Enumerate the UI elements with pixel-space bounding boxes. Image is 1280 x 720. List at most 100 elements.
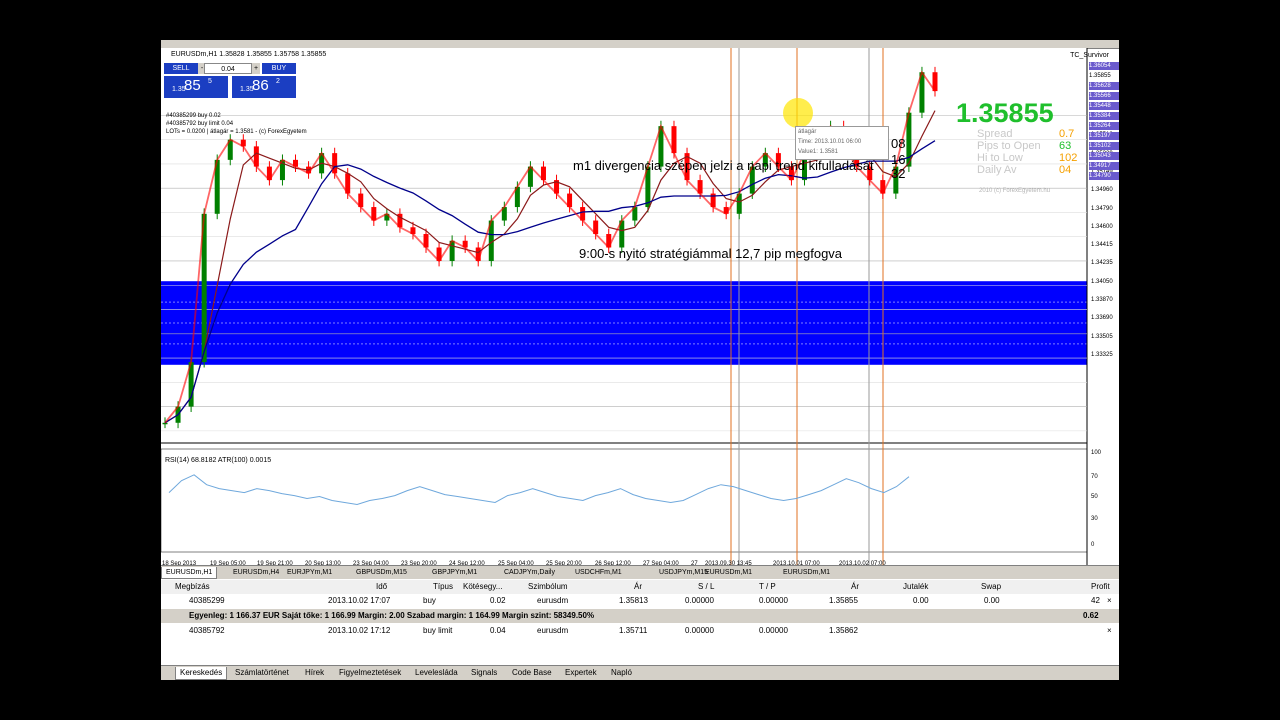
column-header: Megbízás xyxy=(175,582,210,591)
rsi-panel xyxy=(161,448,1088,553)
column-header: T / P xyxy=(759,582,776,591)
buy-price-sup: 2 xyxy=(276,78,280,85)
chart-tooltip: átlagár Time: 2013.10.01 06:00 Value1: 1… xyxy=(795,126,889,160)
table-cell: 42 xyxy=(1091,596,1100,605)
side-number: 08 xyxy=(891,136,906,151)
table-cell: 0.00000 xyxy=(759,626,788,635)
stat-value: 04 xyxy=(1059,164,1072,176)
table-cell: buy xyxy=(423,596,436,605)
terminal-tab[interactable]: Levelesláda xyxy=(411,667,462,679)
annotation-strategy: 9:00-s nyitó stratégiámmal 12,7 pip megf… xyxy=(579,246,843,261)
terminal-tab[interactable]: Figyelmeztetések xyxy=(335,667,405,679)
terminal-tab[interactable]: Signals xyxy=(467,667,501,679)
price-tick-label: 1.34235 xyxy=(1091,260,1113,267)
balance-text: Egyenleg: 1 166.37 EUR Saját tőke: 1 166… xyxy=(189,611,595,620)
chart-area[interactable]: EURUSDm,H1 1.35828 1.35855 1.35758 1.358… xyxy=(161,48,1119,605)
price-tick-label: 1.34790 xyxy=(1091,205,1113,212)
terminal-tab[interactable]: Code Base xyxy=(508,667,556,679)
chart-tab[interactable]: CADJPYm,Daily xyxy=(500,567,559,578)
price-tick-label: 1.33690 xyxy=(1091,315,1113,322)
sell-label[interactable]: SELL xyxy=(164,63,198,74)
balance-profit: 0.62 xyxy=(1083,611,1099,620)
lot-input[interactable]: 0.04 xyxy=(204,63,252,74)
chart-tab[interactable]: EURJPYm,M1 xyxy=(283,567,336,578)
mt4-window: EURUSDm,H1 1.35828 1.35855 1.35758 1.358… xyxy=(161,40,1119,680)
rsi-tick-label: 0 xyxy=(1091,542,1095,548)
table-cell: 1.35813 xyxy=(619,596,648,605)
table-cell: 0.00 xyxy=(913,596,929,605)
chart-tab[interactable]: EURUSDm,H4 xyxy=(229,567,283,578)
rsi-tick-label: 30 xyxy=(1091,516,1098,522)
column-header: S / L xyxy=(698,582,715,591)
price-tick-label: 1.34415 xyxy=(1091,242,1113,249)
indicator-name: TC_Survivor xyxy=(1070,52,1109,59)
terminal-tab[interactable]: Számlatörténet xyxy=(231,667,293,679)
price-marker-label: 1.34790 xyxy=(1089,172,1119,180)
price-marker-label: 1.35102 xyxy=(1089,142,1119,150)
buy-button[interactable]: 1.35 86 2 xyxy=(232,76,296,98)
price-marker-label: 1.36054 xyxy=(1089,62,1119,70)
tooltip-title: átlagár xyxy=(798,129,817,135)
price-marker-label: 1.35264 xyxy=(1089,122,1119,130)
tooltip-value: Value1: 1.3581 xyxy=(798,149,838,155)
table-cell: 0.00 xyxy=(984,596,1000,605)
table-cell: eurusdm xyxy=(537,626,569,635)
stat-label: Hi to Low xyxy=(977,152,1023,164)
price-tick-label: 1.33870 xyxy=(1091,297,1113,303)
sell-price-big: 85 xyxy=(184,77,201,94)
terminal-tab[interactable]: Kereskedés xyxy=(175,667,228,680)
table-row[interactable]: 40385299 2013.10.02 17:07 buy 0.02 eurusdm 1.… xyxy=(161,594,1119,608)
terminal-tab[interactable]: Expertek xyxy=(561,667,601,679)
table-cell: buy limit xyxy=(423,626,453,635)
table-cell: 0.02 xyxy=(490,596,506,605)
table-cell: 0.04 xyxy=(490,626,506,635)
table-cell: 1.35711 xyxy=(619,626,648,635)
sell-button[interactable]: 1.35 85 5 xyxy=(164,76,228,98)
stat-label: Pips to Open xyxy=(977,140,1041,152)
price-marker-label: 1.35197 xyxy=(1089,132,1119,140)
table-cell: eurusdm xyxy=(537,596,569,605)
terminal-tab[interactable]: Napló xyxy=(607,667,636,679)
annotation-divergence: m1 divergencia szépen jelzi a napi trend… xyxy=(573,158,874,173)
lot-plus-button[interactable]: + xyxy=(252,63,260,74)
close-icon[interactable]: × xyxy=(1107,594,1112,608)
chart-tab[interactable]: EURUSDm,H1 xyxy=(161,567,218,579)
column-header: Ár xyxy=(851,582,859,591)
table-cell: 40385299 xyxy=(189,596,225,605)
price-marker-label: 1.35566 xyxy=(1089,92,1119,100)
table-cell: 1.35855 xyxy=(829,596,858,605)
close-icon[interactable]: × xyxy=(1107,624,1112,638)
price-marker-label: 1.35855 xyxy=(1089,72,1119,80)
candle-body xyxy=(162,422,168,425)
highlight-band xyxy=(161,281,1087,365)
stat-value: 0.7 xyxy=(1059,128,1075,140)
chart-tab[interactable]: GBPUSDm,M15 xyxy=(352,567,411,578)
column-header: Jutalék xyxy=(903,582,929,591)
stat-label: Daily Av xyxy=(977,164,1017,176)
price-tick-label: 1.34600 xyxy=(1091,223,1113,230)
chart-tab[interactable]: USDCHFm,M1 xyxy=(571,567,626,578)
column-header: Típus xyxy=(433,582,454,591)
side-number: 32 xyxy=(891,166,906,181)
table-row[interactable]: 40385792 2013.10.02 17:12 buy limit 0.04 eur… xyxy=(161,624,1119,638)
chart-tab[interactable]: EURUSDm,M1 xyxy=(779,567,834,578)
column-header: Swap xyxy=(981,582,1002,591)
buy-price-big: 86 xyxy=(252,77,269,94)
table-cell: 0.00000 xyxy=(685,626,714,635)
column-header: Ár xyxy=(634,582,642,591)
buy-label[interactable]: BUY xyxy=(262,63,296,74)
stat-value: 102 xyxy=(1059,152,1078,164)
table-cell: 2013.10.02 17:07 xyxy=(328,596,391,605)
info-line: #40385792 buy limit 0.04 xyxy=(166,121,234,127)
terminal-tab[interactable]: Hírek xyxy=(301,667,328,679)
current-price: 1.35855 xyxy=(956,98,1054,128)
chart-tab[interactable]: EURUSDm,M1 xyxy=(701,567,756,578)
cursor-highlight xyxy=(783,98,813,128)
stat-value: 63 xyxy=(1059,140,1072,152)
column-header: Idő xyxy=(376,582,388,591)
info-line: #40385299 buy 0.02 xyxy=(166,113,221,119)
column-header: Szimbólum xyxy=(528,582,568,591)
price-marker-label: 1.35384 xyxy=(1089,112,1119,120)
chart-tab[interactable]: GBPJPYm,M1 xyxy=(428,567,481,578)
table-cell: 0.00000 xyxy=(685,596,714,605)
